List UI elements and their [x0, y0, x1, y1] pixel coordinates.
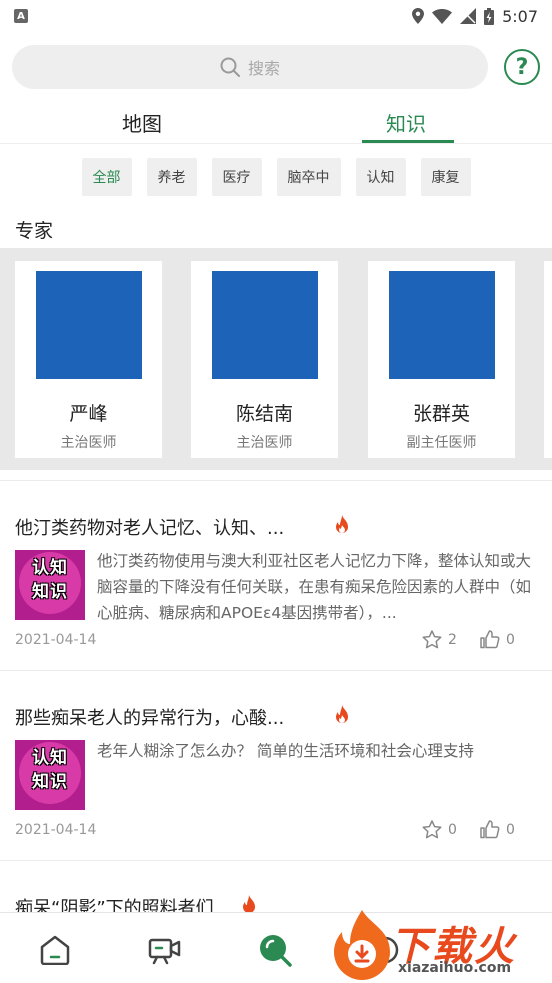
category-chip-rehab[interactable]: 康复	[420, 158, 471, 196]
tab-knowledge[interactable]: 知识	[386, 108, 426, 137]
category-chip-stroke[interactable]: 脑卒中	[276, 158, 341, 196]
question-icon: ?	[515, 54, 529, 80]
article-date: 2021-04-14	[15, 822, 97, 838]
top-tabs: 地图 知识	[0, 100, 552, 144]
experts-carousel[interactable]: 严峰 主治医师 陈结南 主治医师 张群英 副主任医师	[0, 248, 552, 470]
watermark-logo: 下载火 xiazaihuo.com	[326, 906, 552, 983]
active-tab-indicator	[362, 140, 454, 143]
experts-section-title: 专家	[15, 220, 54, 242]
wifi-icon	[432, 8, 453, 24]
like-count[interactable]: 0	[480, 630, 515, 649]
search-icon	[220, 57, 240, 77]
thumbnail-label: 认知 知识	[32, 748, 68, 792]
article-title: 他汀类药物对老人记忆、认知、...	[15, 518, 285, 539]
expert-card[interactable]: 严峰 主治医师	[15, 261, 162, 458]
category-chip-elderly-care[interactable]: 养老	[146, 158, 197, 196]
expert-card-partial[interactable]	[544, 261, 552, 458]
star-count[interactable]: 0	[422, 820, 457, 839]
thumbnail-label: 认知 知识	[32, 558, 68, 602]
nav-knowledge[interactable]	[258, 933, 292, 967]
tab-map[interactable]: 地图	[122, 108, 162, 137]
article-date: 2021-04-14	[15, 632, 97, 648]
video-icon	[148, 938, 181, 965]
expert-photo	[388, 271, 495, 379]
status-bar: A 5:07	[0, 0, 552, 32]
like-count-value: 0	[506, 631, 515, 648]
category-chip-all[interactable]: 全部	[81, 158, 132, 196]
star-count-value: 0	[448, 821, 457, 838]
article-item[interactable]: 他汀类药物对老人记忆、认知、... 认知 知识 他汀类药物使用与澳大利亚社区老人记…	[0, 480, 552, 670]
expert-card[interactable]: 张群英 副主任医师	[368, 261, 515, 458]
status-time: 5:07	[502, 6, 538, 26]
star-icon	[422, 820, 442, 839]
battery-icon	[484, 7, 495, 25]
location-icon	[412, 8, 425, 24]
category-filter: 全部 养老 医疗 脑卒中 认知 康复	[0, 158, 552, 196]
home-icon	[40, 935, 70, 965]
expert-photo	[35, 271, 142, 379]
star-count[interactable]: 2	[422, 630, 457, 649]
article-thumbnail: 认知 知识	[15, 740, 85, 810]
search-input[interactable]: 搜索	[12, 45, 488, 89]
search-placeholder: 搜索	[247, 59, 280, 78]
article-summary: 他汀类药物使用与澳大利亚社区老人记忆力下降，整体认知或大脑容量的下降没有任何关联…	[97, 552, 532, 622]
signal-icon	[460, 8, 477, 24]
expert-photo	[211, 271, 318, 379]
nav-video[interactable]	[148, 933, 182, 967]
category-chip-cognition[interactable]: 认知	[355, 158, 406, 196]
like-count[interactable]: 0	[480, 820, 515, 839]
expert-name: 严峰	[69, 403, 108, 425]
expert-title: 主治医师	[60, 435, 117, 451]
expert-name: 张群英	[412, 403, 470, 425]
help-button[interactable]: ?	[504, 49, 540, 85]
nav-home[interactable]	[38, 933, 72, 967]
article-thumbnail: 认知 知识	[15, 550, 85, 620]
like-count-value: 0	[506, 821, 515, 838]
article-title: 痴呆“阴影”下的照料者们	[15, 898, 214, 912]
article-item[interactable]: 那些痴呆老人的异常行为，心酸... 认知 知识 老年人糊涂了怎么办？ 简单的生活环…	[0, 670, 552, 860]
article-title: 那些痴呆老人的异常行为，心酸...	[15, 708, 285, 729]
star-icon	[422, 630, 442, 649]
expert-title: 副主任医师	[406, 435, 477, 451]
thumbs-up-icon	[480, 630, 500, 649]
star-count-value: 2	[448, 631, 457, 648]
expert-card[interactable]: 陈结南 主治医师	[191, 261, 338, 458]
notification-icon: A	[14, 9, 28, 23]
article-summary: 老年人糊涂了怎么办？ 简单的生活环境和社会心理支持	[97, 742, 474, 760]
article-item[interactable]: 痴呆“阴影”下的照料者们	[0, 860, 552, 912]
hot-fire-icon	[336, 515, 348, 533]
expert-name: 陈结南	[235, 403, 293, 425]
flame-logo-icon	[334, 910, 390, 980]
hot-fire-icon	[243, 895, 255, 912]
thumbs-up-icon	[480, 820, 500, 839]
watermark-url: xiazaihuo.com	[398, 960, 512, 976]
category-chip-medical[interactable]: 医疗	[211, 158, 262, 196]
expert-title: 主治医师	[236, 435, 293, 451]
search-row: 搜索 ?	[12, 44, 540, 90]
knowledge-search-icon	[260, 935, 292, 967]
hot-fire-icon	[336, 705, 348, 723]
